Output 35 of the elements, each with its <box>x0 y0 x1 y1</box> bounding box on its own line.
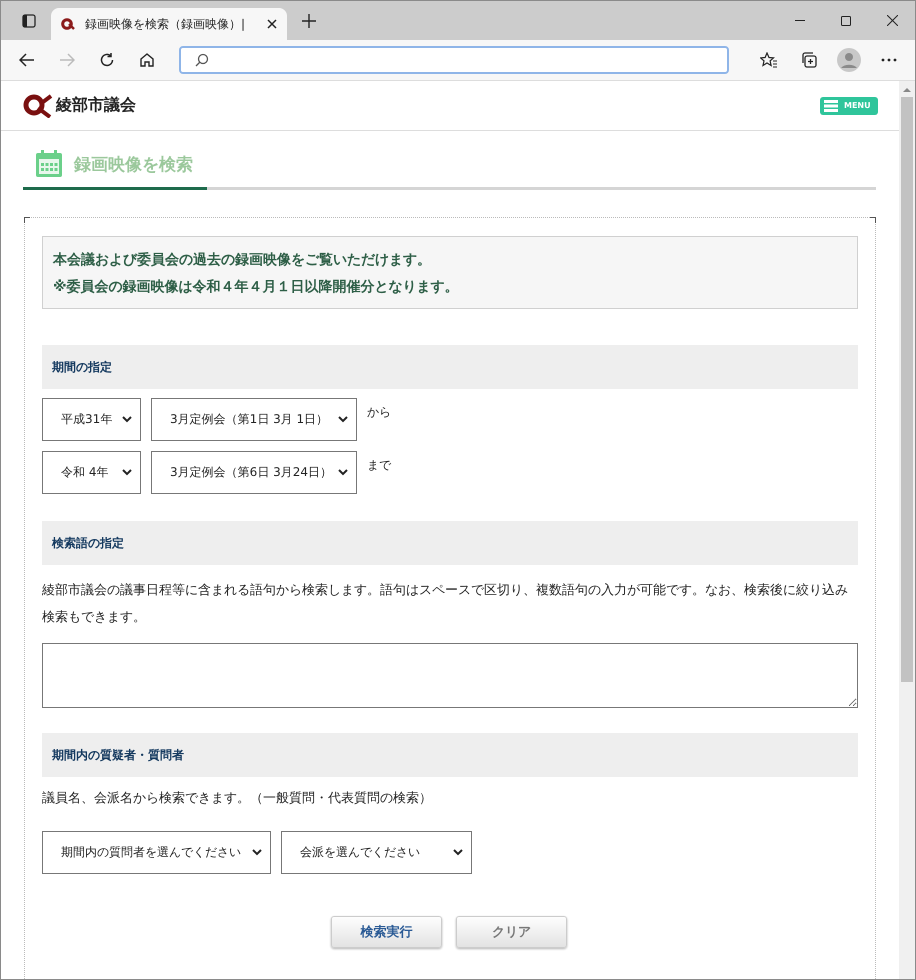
notice-text: 本会議および委員会の過去の録画映像をご覧いただけます。 <box>53 251 432 269</box>
page-title: 録画映像を検索 <box>74 154 193 176</box>
select-field[interactable]: 3月定例会（第1日 3月 1日） <box>151 398 357 441</box>
chevron-down-icon <box>338 469 348 476</box>
description-text: 議員名、会派名から検索できます。（一般質問・代表質問の検索） <box>42 790 433 808</box>
browser-tab[interactable]: 録画映像を検索（録画映像）| <box>51 8 287 40</box>
description-text: 綾部市議会の議事日程等に含まれる語句から検索します。語句はスペースで区切り、複数語句の入力が可能です。なお、検索後に絞り込み検索もできます。 <box>42 582 849 627</box>
notice-text: ※委員会の録画映像は令和４年４月１日以降開催分となります。 <box>53 278 460 296</box>
section-heading: 期間の指定 <box>42 345 858 389</box>
address-field[interactable] <box>179 46 729 74</box>
select-field[interactable]: 3月定例会（第6日 3月24日） <box>151 451 357 494</box>
select-field[interactable]: 会派を選んでください <box>281 831 472 874</box>
range-label: まで <box>367 457 391 474</box>
clear-button[interactable]: クリア <box>456 916 567 948</box>
select-field[interactable]: 平成31年 <box>42 398 141 441</box>
chevron-down-icon <box>453 849 463 856</box>
search-button[interactable]: 検索実行 <box>331 916 442 948</box>
menu-icon <box>824 100 838 112</box>
logo-icon <box>23 94 53 118</box>
site-name: 綾部市議会 <box>56 95 136 116</box>
site-logo-icon <box>61 18 75 30</box>
chevron-down-icon <box>338 416 348 423</box>
search-icon <box>195 53 209 67</box>
scroll-up-icon[interactable] <box>903 87 911 93</box>
section-heading: 期間内の質疑者・質問者 <box>42 733 858 777</box>
close-icon[interactable] <box>267 19 277 29</box>
select-field[interactable]: 期間内の質問者を選んでください <box>42 831 271 874</box>
keyword-input[interactable] <box>42 643 858 708</box>
chevron-down-icon <box>252 849 262 856</box>
chevron-down-icon <box>122 416 132 423</box>
section-heading: 検索語の指定 <box>42 521 858 565</box>
range-label: から <box>367 404 391 421</box>
select-field[interactable]: 令和 4年 <box>42 451 141 494</box>
chevron-down-icon <box>122 469 132 476</box>
calendar-icon <box>35 150 63 178</box>
